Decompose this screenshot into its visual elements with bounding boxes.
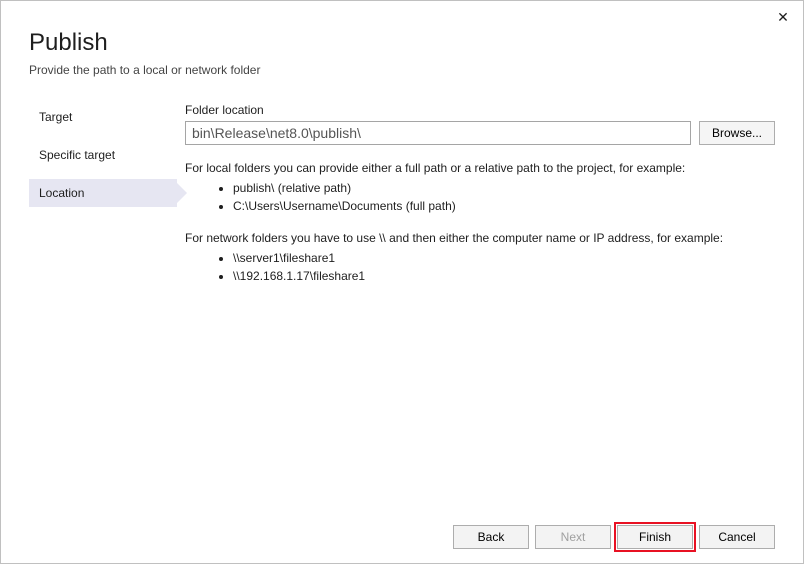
- finish-button[interactable]: Finish: [617, 525, 693, 549]
- wizard-steps-sidebar: Target Specific target Location: [29, 103, 177, 299]
- help-text: For local folders you can provide either…: [185, 159, 775, 285]
- sidebar-item-target[interactable]: Target: [29, 103, 177, 131]
- cancel-button[interactable]: Cancel: [699, 525, 775, 549]
- page-subtitle: Provide the path to a local or network f…: [29, 63, 775, 77]
- help-network-intro: For network folders you have to use \\ a…: [185, 229, 775, 247]
- sidebar-item-label: Specific target: [39, 148, 115, 162]
- help-network-example: \\192.168.1.17\fileshare1: [233, 267, 775, 285]
- folder-location-input[interactable]: [185, 121, 691, 145]
- help-network-example: \\server1\fileshare1: [233, 249, 775, 267]
- sidebar-item-label: Target: [39, 110, 72, 124]
- folder-location-label: Folder location: [185, 103, 775, 117]
- help-local-example: publish\ (relative path): [233, 179, 775, 197]
- dialog-header: Publish Provide the path to a local or n…: [1, 1, 803, 85]
- page-title: Publish: [29, 29, 775, 57]
- close-icon[interactable]: ✕: [773, 7, 793, 27]
- browse-button[interactable]: Browse...: [699, 121, 775, 145]
- sidebar-item-label: Location: [39, 186, 84, 200]
- dialog-footer: Back Next Finish Cancel: [1, 511, 803, 563]
- sidebar-item-location[interactable]: Location: [29, 179, 177, 207]
- help-local-intro: For local folders you can provide either…: [185, 159, 775, 177]
- main-content: Folder location Browse... For local fold…: [177, 103, 775, 299]
- sidebar-item-specific-target[interactable]: Specific target: [29, 141, 177, 169]
- help-local-example: C:\Users\Username\Documents (full path): [233, 197, 775, 215]
- next-button: Next: [535, 525, 611, 549]
- back-button[interactable]: Back: [453, 525, 529, 549]
